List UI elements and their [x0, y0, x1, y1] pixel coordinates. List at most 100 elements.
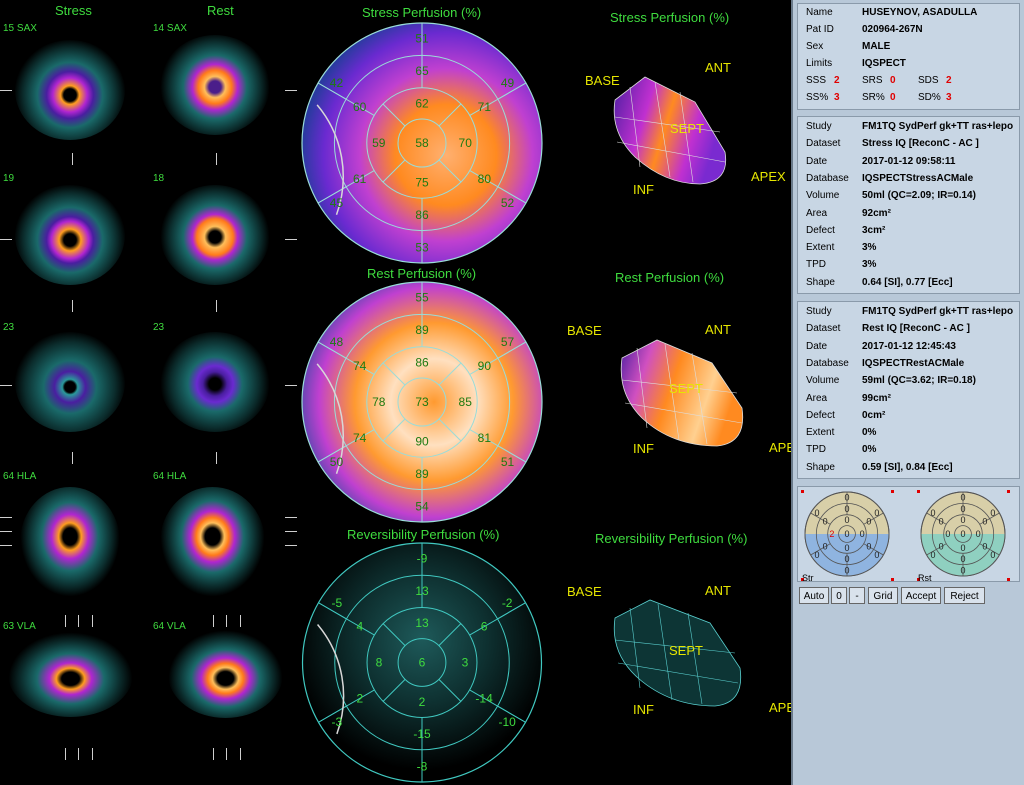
- rest-vla-slice[interactable]: [168, 630, 283, 718]
- mini-rest-map[interactable]: 000 00000 0 00000 000: [916, 489, 1011, 584]
- stress-3d-title: Stress Perfusion (%): [610, 10, 730, 25]
- mini-stress-map[interactable]: 000 00002 0 00000 000: [800, 489, 895, 584]
- segment-value: 51: [415, 32, 429, 46]
- segment-value: 3: [462, 656, 469, 670]
- segment-value: 71: [478, 100, 492, 114]
- apex-label: APEX: [751, 169, 786, 184]
- mini-segment-value: 0: [866, 542, 871, 552]
- rest-3d-title: Rest Perfusion (%): [615, 270, 725, 285]
- base-label: BASE: [567, 584, 602, 599]
- study-field-study: Study FM1TQ SydPerf gk+TT ras+lepo: [806, 306, 1014, 317]
- slice-label: 23: [3, 322, 15, 333]
- mini-segment-value: 0: [960, 566, 965, 576]
- auto-button[interactable]: Auto: [799, 587, 829, 604]
- slice-label: 18: [153, 173, 165, 184]
- mini-segment-value: 0: [982, 516, 987, 526]
- study-field-tpd: TPD 0%: [806, 444, 877, 456]
- segment-value: 90: [415, 435, 429, 449]
- segment-value: 89: [415, 467, 429, 481]
- slice-label: 23: [153, 322, 165, 333]
- mini-segment-value: 0: [960, 529, 965, 539]
- segment-value: -15: [413, 727, 431, 741]
- segment-value: 53: [415, 240, 429, 254]
- mini-segment-value: 0: [874, 508, 879, 518]
- segment-value: 90: [478, 359, 492, 373]
- ss-pct-value: 3: [834, 92, 840, 103]
- base-label: BASE: [567, 323, 602, 338]
- stress-polar-title: Stress Perfusion (%): [362, 5, 482, 20]
- mini-segment-value: 0: [976, 529, 981, 539]
- segment-value: 80: [478, 172, 492, 186]
- study-field-database: Database IQSPECTStressACMale: [806, 172, 974, 184]
- stress-polar-map[interactable]: 51 65 62 71 49 42 60 59 58 70 80 52 45 61 75 86 53: [299, 20, 545, 266]
- mini-segment-value: 0: [945, 529, 950, 539]
- slice-label: 15 SAX: [3, 23, 37, 34]
- stress-study-box: Study FM1TQ SydPerf gk+TT ras+lepo Dataset…: [797, 116, 1020, 294]
- mini-segment-value: 0: [844, 543, 849, 553]
- reject-button[interactable]: Reject: [944, 587, 985, 604]
- sept-label: SEPT: [670, 121, 704, 136]
- stress-column-header: Stress: [55, 3, 92, 18]
- rest-hla-slice[interactable]: [160, 487, 265, 597]
- rest-column-header: Rest: [207, 3, 234, 18]
- zero-button[interactable]: 0: [831, 587, 847, 604]
- accept-button[interactable]: Accept: [901, 587, 941, 604]
- rest-sax-slice[interactable]: [160, 332, 270, 432]
- segment-value: -3: [332, 715, 343, 729]
- segment-value: 75: [415, 176, 429, 190]
- mini-segment-value: 0: [960, 492, 965, 502]
- segment-value: 73: [415, 395, 429, 409]
- stress-sax-slice[interactable]: [15, 40, 125, 140]
- mini-segment-value: 0: [844, 515, 849, 525]
- mini-segment-value: 0: [866, 516, 871, 526]
- mini-segment-value: 0: [990, 550, 995, 560]
- mini-segment-value: 0: [982, 542, 987, 552]
- segment-value: 89: [415, 323, 429, 337]
- study-field-area: Area 92cm²: [806, 207, 891, 219]
- segment-value: -5: [332, 596, 343, 610]
- stress-hla-slice[interactable]: [20, 487, 120, 597]
- score-row: SS% 3 SR% 0 SD% 3: [806, 92, 952, 103]
- study-field-extent: Extent 0%: [806, 427, 877, 439]
- study-field-date: Date 2017-01-12 12:45:43: [806, 340, 956, 352]
- segment-value: 78: [372, 395, 386, 409]
- study-field-volume: Volume 50ml (QC=2.09; IR=0.14): [806, 190, 976, 202]
- segment-value: 81: [478, 431, 492, 445]
- stress-sax-slice[interactable]: [15, 332, 125, 432]
- study-field-defect: Defect 0cm²: [806, 409, 886, 421]
- reversibility-polar-map[interactable]: -9 13 13 6 -2 -5 4 8 6 3 -14 -10 -3 2 2 -15 -8: [299, 540, 545, 785]
- sds-value: 2: [946, 75, 952, 86]
- minus-button[interactable]: -: [849, 587, 865, 604]
- study-field-defect: Defect 3cm²: [806, 224, 886, 236]
- rest-study-box: Study FM1TQ SydPerf gk+TT ras+lepo Dataset…: [797, 301, 1020, 479]
- sept-label: SEPT: [669, 381, 703, 396]
- sd-pct-value: 3: [946, 92, 952, 103]
- grid-button[interactable]: Grid: [868, 587, 898, 604]
- mini-segment-value: 0: [931, 508, 936, 518]
- slice-label: 64 HLA: [3, 471, 37, 482]
- segment-value: 8: [376, 656, 383, 670]
- mini-segment-value: 0: [931, 550, 936, 560]
- stress-sax-slice[interactable]: [15, 185, 125, 285]
- segment-value: 42: [330, 76, 344, 90]
- rest-polar-map[interactable]: 55 89 86 90 57 48 74 78 73 85 81 51 50 74 90 89 54: [299, 279, 545, 525]
- study-field-dataset: Dataset Rest IQ [ReconC - AC ]: [806, 323, 970, 335]
- segment-value: -2: [502, 596, 513, 610]
- segment-value: -8: [417, 759, 428, 773]
- patient-sex: MALE: [862, 41, 891, 52]
- segment-value: -9: [417, 552, 428, 566]
- score-row: SSS 2 SRS 0 SDS 2: [806, 75, 952, 86]
- mini-rest-label: Rst: [918, 573, 932, 583]
- ant-label: ANT: [705, 583, 731, 598]
- stress-vla-slice[interactable]: [8, 632, 133, 717]
- sr-pct-value: 0: [890, 92, 896, 103]
- patient-limits: IQSPECT: [862, 58, 906, 69]
- rest-sax-slice[interactable]: [160, 35, 270, 135]
- mini-segment-value: 0: [990, 508, 995, 518]
- study-field-date: Date 2017-01-12 09:58:11: [806, 155, 956, 167]
- mini-segment-value: 0: [844, 492, 849, 502]
- segment-value: 57: [501, 335, 515, 349]
- info-panel: Name HUSEYNOV, ASADULLA Pat ID 020964-267N…: [791, 0, 1024, 785]
- rest-sax-slice[interactable]: [160, 185, 270, 285]
- ant-label: ANT: [705, 322, 731, 337]
